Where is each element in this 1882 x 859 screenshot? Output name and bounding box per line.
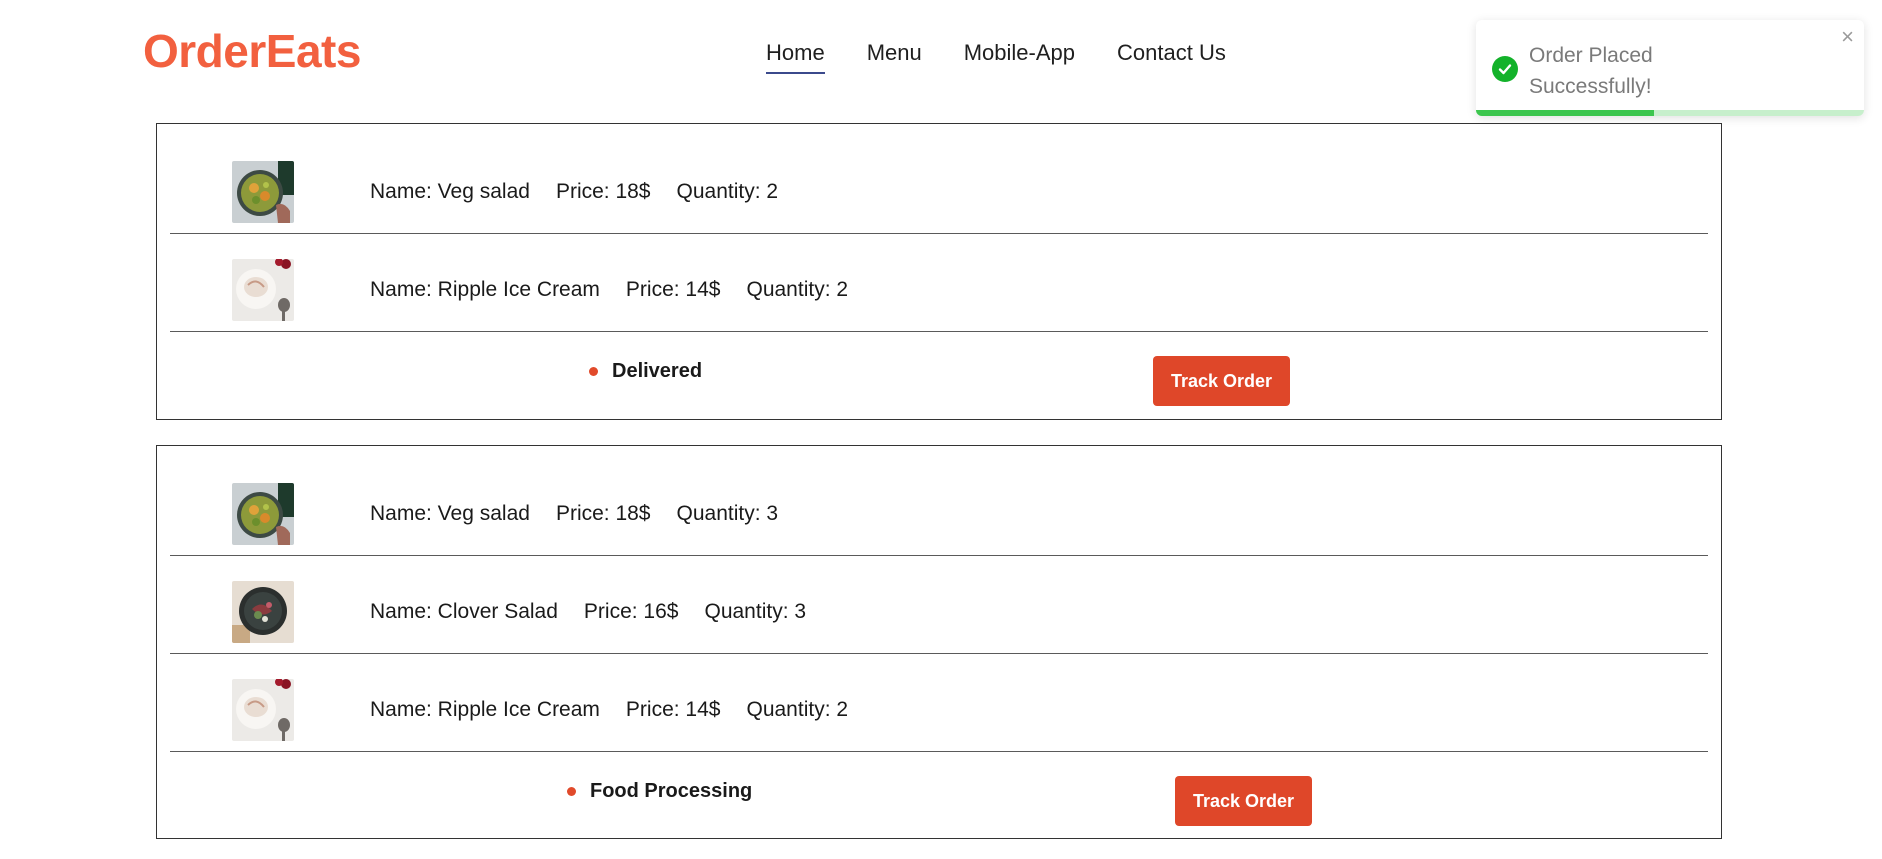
status-dot-icon bbox=[589, 367, 598, 376]
order-item-row: Name: Clover Salad Price: 16$ Quantity: … bbox=[170, 556, 1708, 654]
order-status: Food Processing bbox=[567, 780, 752, 803]
toast-notification: Order Placed Successfully! × bbox=[1476, 20, 1864, 116]
item-details: Name: Veg salad Price: 18$ Quantity: 3 bbox=[370, 502, 778, 526]
status-label: Food Processing bbox=[590, 780, 753, 802]
toast-message: Order Placed Successfully! bbox=[1529, 44, 1653, 98]
order-status: Delivered bbox=[589, 360, 702, 383]
ripple-ice-cream-image bbox=[232, 679, 294, 741]
nav-mobile-app[interactable]: Mobile-App bbox=[964, 40, 1075, 74]
item-name: Name: Veg salad bbox=[370, 180, 530, 203]
status-label: Delivered bbox=[612, 360, 703, 382]
order-item-row: Name: Ripple Ice Cream Price: 14$ Quanti… bbox=[170, 654, 1708, 752]
item-price: Price: 18$ bbox=[555, 180, 651, 203]
veg-salad-image bbox=[232, 161, 294, 223]
item-quantity: Quantity: 3 bbox=[704, 600, 807, 623]
item-name: Name: Veg salad bbox=[370, 502, 530, 525]
item-details: Name: Clover Salad Price: 16$ Quantity: … bbox=[370, 600, 806, 624]
nav-menu[interactable]: Menu bbox=[867, 40, 922, 74]
nav-contact-us[interactable]: Contact Us bbox=[1117, 40, 1226, 74]
item-details: Name: Veg salad Price: 18$ Quantity: 2 bbox=[370, 180, 778, 204]
item-quantity: Quantity: 2 bbox=[746, 698, 849, 721]
item-price: Price: 14$ bbox=[625, 278, 721, 301]
close-icon[interactable]: × bbox=[1841, 26, 1854, 48]
main-nav: Home Menu Mobile-App Contact Us bbox=[766, 40, 1226, 74]
item-price: Price: 16$ bbox=[583, 600, 679, 623]
order-status-row: Delivered Track Order bbox=[157, 332, 1721, 416]
item-details: Name: Ripple Ice Cream Price: 14$ Quanti… bbox=[370, 698, 848, 722]
order-card: Name: Veg salad Price: 18$ Quantity: 3 N… bbox=[156, 445, 1722, 839]
item-quantity: Quantity: 2 bbox=[746, 278, 849, 301]
item-name: Name: Ripple Ice Cream bbox=[370, 698, 600, 721]
site-logo[interactable]: OrderEats bbox=[143, 24, 361, 78]
nav-home[interactable]: Home bbox=[766, 40, 825, 74]
order-card: Name: Veg salad Price: 18$ Quantity: 2 N… bbox=[156, 123, 1722, 420]
order-item-row: Name: Veg salad Price: 18$ Quantity: 3 bbox=[170, 446, 1708, 556]
item-name: Name: Clover Salad bbox=[370, 600, 558, 623]
toast-progress-bar bbox=[1476, 110, 1864, 116]
veg-salad-image bbox=[232, 483, 294, 545]
order-item-row: Name: Ripple Ice Cream Price: 14$ Quanti… bbox=[170, 234, 1708, 332]
item-price: Price: 14$ bbox=[625, 698, 721, 721]
order-status-row: Food Processing Track Order bbox=[157, 752, 1721, 836]
item-details: Name: Ripple Ice Cream Price: 14$ Quanti… bbox=[370, 278, 848, 302]
item-quantity: Quantity: 2 bbox=[676, 180, 779, 203]
item-price: Price: 18$ bbox=[555, 502, 651, 525]
check-circle-icon bbox=[1492, 56, 1518, 82]
item-quantity: Quantity: 3 bbox=[676, 502, 779, 525]
status-dot-icon bbox=[567, 787, 576, 796]
ripple-ice-cream-image bbox=[232, 259, 294, 321]
item-name: Name: Ripple Ice Cream bbox=[370, 278, 600, 301]
order-item-row: Name: Veg salad Price: 18$ Quantity: 2 bbox=[170, 124, 1708, 234]
toast-progress-fill bbox=[1476, 110, 1655, 116]
track-order-button[interactable]: Track Order bbox=[1153, 356, 1290, 406]
track-order-button[interactable]: Track Order bbox=[1175, 776, 1312, 826]
clover-salad-image bbox=[232, 581, 294, 643]
